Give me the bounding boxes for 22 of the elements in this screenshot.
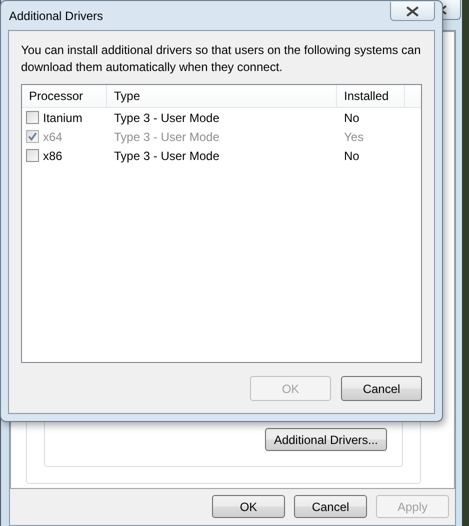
- installed-cell-text: No: [343, 110, 360, 124]
- additional-drivers-button[interactable]: Additional Drivers...: [264, 428, 387, 451]
- processor-cell: x64: [43, 130, 62, 144]
- dialog-button[interactable]: Cancel: [341, 376, 422, 401]
- type-cell-text: Type 3 - User Mode: [113, 110, 220, 124]
- checkbox[interactable]: [26, 149, 39, 162]
- type-cell-text: Type 3 - User Mode: [113, 148, 220, 162]
- column-header[interactable]: Installed: [337, 85, 405, 107]
- checkbox[interactable]: [26, 111, 39, 124]
- type-cell-text: Type 3 - User Mode: [113, 130, 220, 144]
- installed-cell-text: Yes: [343, 130, 365, 144]
- column-header[interactable]: Processor: [22, 85, 107, 107]
- processor-cell: Itanium: [43, 110, 82, 124]
- dialog-button[interactable]: Cancel: [294, 495, 367, 518]
- description-text: You can install additional drivers so that users on the following systems can download them automatically when they connect.: [21, 42, 422, 76]
- column-header[interactable]: Type: [107, 85, 337, 107]
- installed-cell-text: No: [343, 148, 360, 162]
- close-button[interactable]: [390, 2, 435, 21]
- dialog-button[interactable]: OK: [212, 495, 285, 518]
- processor-cell: x86: [43, 148, 62, 162]
- window-title: Additional Drivers: [8, 8, 104, 22]
- close-icon: [406, 6, 419, 16]
